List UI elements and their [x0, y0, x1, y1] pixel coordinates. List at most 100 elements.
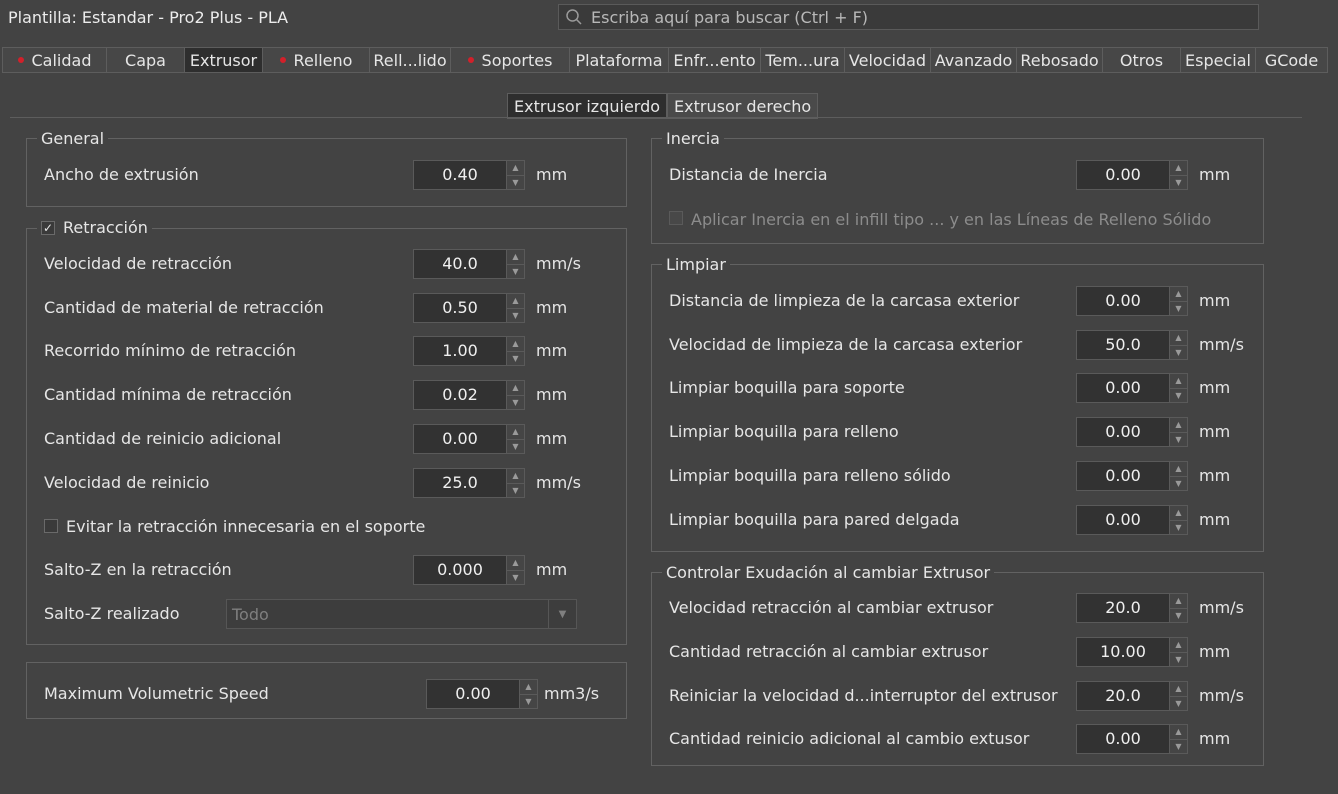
tab-extrusor-izquierdo[interactable]: Extrusor izquierdo	[507, 93, 668, 119]
limpiar-solido-spinbox[interactable]: 0.00 ▲ ▼	[1076, 461, 1188, 491]
arrow-up-icon[interactable]: ▲	[507, 425, 524, 440]
arrow-down-icon[interactable]: ▼	[520, 694, 537, 708]
arrow-up-icon[interactable]: ▲	[520, 680, 537, 695]
arrow-up-icon[interactable]: ▲	[1170, 287, 1187, 302]
arrow-up-icon[interactable]: ▲	[507, 556, 524, 571]
arrow-up-icon[interactable]: ▲	[507, 381, 524, 396]
arrow-down-icon[interactable]: ▼	[1170, 175, 1187, 189]
spin-value[interactable]: 50.0	[1077, 331, 1169, 359]
tab-otros[interactable]: Otros	[1102, 47, 1180, 73]
retraccion-checkbox[interactable]: ✓	[41, 220, 55, 235]
arrow-down-icon[interactable]: ▼	[507, 308, 524, 322]
arrow-up-icon[interactable]: ▲	[507, 337, 524, 352]
tab-avanzado[interactable]: Avanzado	[930, 47, 1016, 73]
arrow-up-icon[interactable]: ▲	[1170, 594, 1187, 609]
chevron-down-icon[interactable]: ▼	[548, 600, 576, 628]
arrow-up-icon[interactable]: ▲	[1170, 638, 1187, 653]
spin-value[interactable]: 10.00	[1077, 638, 1169, 666]
tab-soportes[interactable]: Soportes	[450, 47, 569, 73]
tab-velocidad[interactable]: Velocidad	[844, 47, 930, 73]
spin-value[interactable]: 0.000	[414, 556, 506, 584]
velocidad-retraccion-spinbox[interactable]: 40.0 ▲ ▼	[413, 249, 525, 279]
arrow-up-icon[interactable]: ▲	[1170, 682, 1187, 697]
aplicar-inercia-checkbox[interactable]	[669, 211, 683, 225]
arrow-up-icon[interactable]: ▲	[507, 294, 524, 309]
spin-value[interactable]: 0.00	[1077, 506, 1169, 534]
arrow-down-icon[interactable]: ▼	[1170, 652, 1187, 666]
arrow-down-icon[interactable]: ▼	[1170, 608, 1187, 622]
arrow-down-icon[interactable]: ▼	[1170, 476, 1187, 490]
reiniciar-velocidad-spinbox[interactable]: 20.0 ▲ ▼	[1076, 681, 1188, 711]
aplicar-inercia-label[interactable]: Aplicar Inercia en el infill tipo ... y …	[691, 210, 1211, 229]
limpiar-relleno-spinbox[interactable]: 0.00 ▲ ▼	[1076, 417, 1188, 447]
spin-value[interactable]: 0.00	[414, 425, 506, 453]
velocidad-limpieza-spinbox[interactable]: 50.0 ▲ ▼	[1076, 330, 1188, 360]
ancho-extrusion-spinbox[interactable]: 0.40 ▲ ▼	[413, 160, 525, 190]
spin-value[interactable]: 0.00	[1077, 287, 1169, 315]
arrow-down-icon[interactable]: ▼	[507, 483, 524, 497]
search-input[interactable]	[591, 7, 1231, 27]
arrow-down-icon[interactable]: ▼	[1170, 301, 1187, 315]
arrow-down-icon[interactable]: ▼	[507, 351, 524, 365]
arrow-up-icon[interactable]: ▲	[507, 469, 524, 484]
cantidad-cambio-spinbox[interactable]: 10.00 ▲ ▼	[1076, 637, 1188, 667]
evitar-retraccion-checkbox[interactable]	[44, 519, 58, 533]
arrow-up-icon[interactable]: ▲	[507, 250, 524, 265]
tab-capa[interactable]: Capa	[106, 47, 184, 73]
tab-calidad[interactable]: Calidad	[2, 47, 106, 73]
spin-value[interactable]: 0.50	[414, 294, 506, 322]
reinicio-adicional-spinbox[interactable]: 0.00 ▲ ▼	[413, 424, 525, 454]
tab-gcode[interactable]: GCode	[1255, 47, 1328, 73]
reinicio-adicional-cambio-spinbox[interactable]: 0.00 ▲ ▼	[1076, 724, 1188, 754]
salto-z-spinbox[interactable]: 0.000 ▲ ▼	[413, 555, 525, 585]
limpiar-pared-spinbox[interactable]: 0.00 ▲ ▼	[1076, 505, 1188, 535]
arrow-up-icon[interactable]: ▲	[1170, 374, 1187, 389]
spin-value[interactable]: 20.0	[1077, 682, 1169, 710]
spin-value[interactable]: 0.00	[1077, 374, 1169, 402]
distancia-limpieza-spinbox[interactable]: 0.00 ▲ ▼	[1076, 286, 1188, 316]
arrow-down-icon[interactable]: ▼	[1170, 696, 1187, 710]
arrow-down-icon[interactable]: ▼	[1170, 432, 1187, 446]
spin-value[interactable]: 1.00	[414, 337, 506, 365]
arrow-down-icon[interactable]: ▼	[507, 264, 524, 278]
distancia-inercia-spinbox[interactable]: 0.00 ▲ ▼	[1076, 160, 1188, 190]
spin-value[interactable]: 40.0	[414, 250, 506, 278]
arrow-up-icon[interactable]: ▲	[507, 161, 524, 176]
max-volumetric-spinbox[interactable]: 0.00 ▲ ▼	[426, 679, 538, 709]
recorrido-minimo-spinbox[interactable]: 1.00 ▲ ▼	[413, 336, 525, 366]
tab-tem-ura[interactable]: Tem...ura	[760, 47, 844, 73]
spin-value[interactable]: 0.00	[1077, 161, 1169, 189]
search-box[interactable]	[558, 4, 1259, 30]
arrow-down-icon[interactable]: ▼	[1170, 345, 1187, 359]
velocidad-reinicio-spinbox[interactable]: 25.0 ▲ ▼	[413, 468, 525, 498]
spin-value[interactable]: 0.40	[414, 161, 506, 189]
limpiar-soporte-spinbox[interactable]: 0.00 ▲ ▼	[1076, 373, 1188, 403]
evitar-retraccion-label[interactable]: Evitar la retracción innecesaria en el s…	[66, 517, 425, 536]
arrow-down-icon[interactable]: ▼	[1170, 739, 1187, 753]
spin-value[interactable]: 0.00	[1077, 725, 1169, 753]
cantidad-minima-spinbox[interactable]: 0.02 ▲ ▼	[413, 380, 525, 410]
tab-extrusor-derecho[interactable]: Extrusor derecho	[667, 93, 819, 119]
arrow-up-icon[interactable]: ▲	[1170, 462, 1187, 477]
tab-relleno[interactable]: Relleno	[262, 47, 369, 73]
arrow-down-icon[interactable]: ▼	[1170, 520, 1187, 534]
tab-plataforma[interactable]: Plataforma	[569, 47, 668, 73]
spin-value[interactable]: 0.00	[1077, 462, 1169, 490]
arrow-down-icon[interactable]: ▼	[507, 439, 524, 453]
arrow-up-icon[interactable]: ▲	[1170, 418, 1187, 433]
arrow-up-icon[interactable]: ▲	[1170, 506, 1187, 521]
tab-extrusor[interactable]: Extrusor	[184, 47, 262, 73]
spin-value[interactable]: 0.00	[1077, 418, 1169, 446]
arrow-down-icon[interactable]: ▼	[1170, 388, 1187, 402]
tab-rebosado[interactable]: Rebosado	[1016, 47, 1102, 73]
arrow-up-icon[interactable]: ▲	[1170, 161, 1187, 176]
spin-value[interactable]: 20.0	[1077, 594, 1169, 622]
tab-enfr-ento[interactable]: Enfr...ento	[668, 47, 760, 73]
arrow-down-icon[interactable]: ▼	[507, 395, 524, 409]
arrow-down-icon[interactable]: ▼	[507, 175, 524, 189]
arrow-down-icon[interactable]: ▼	[507, 570, 524, 584]
salto-z-realizado-select[interactable]: Todo ▼	[226, 599, 577, 629]
tab-rell-lido[interactable]: Rell...lido	[369, 47, 450, 73]
spin-value[interactable]: 0.02	[414, 381, 506, 409]
spin-value[interactable]: 25.0	[414, 469, 506, 497]
